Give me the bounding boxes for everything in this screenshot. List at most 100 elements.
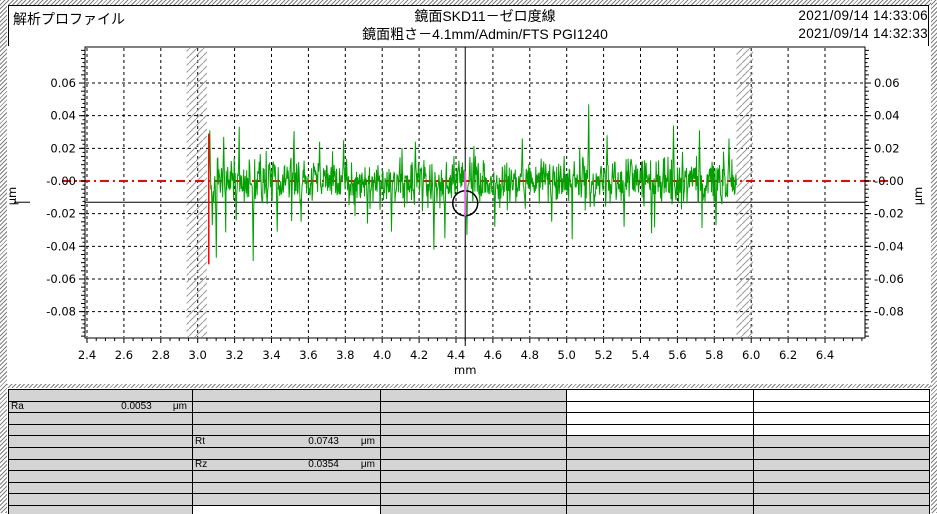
metric-label: Rt [193, 436, 221, 447]
svg-text:-0.06: -0.06 [46, 272, 76, 286]
x-axis-unit: mm [454, 363, 476, 377]
table-cell [567, 402, 754, 414]
metric-unit: μm [339, 436, 380, 447]
svg-text:-0.08: -0.08 [46, 305, 76, 319]
svg-text:2.8: 2.8 [152, 348, 170, 362]
table-cell [9, 425, 193, 437]
svg-text:6.4: 6.4 [816, 348, 834, 362]
svg-text:μm: μm [5, 187, 19, 206]
results-table: Ra0.0053μmRt0.0743μmRz0.0354μm [8, 389, 930, 514]
table-cell [381, 448, 567, 460]
table-cell [754, 413, 930, 425]
table-cell [567, 413, 754, 425]
table-cell [193, 483, 381, 495]
svg-text:5.8: 5.8 [705, 348, 723, 362]
svg-text:-0.00: -0.00 [46, 174, 76, 188]
table-cell [754, 390, 930, 402]
metric-value: 0.0354 [221, 459, 339, 470]
y-axis-left-labels: 0.060.040.02-0.00-0.02-0.04-0.06-0.08 [46, 76, 76, 319]
svg-text:0.02: 0.02 [50, 141, 76, 155]
table-cell [193, 471, 381, 483]
table-cell [381, 460, 567, 472]
svg-text:5.2: 5.2 [594, 348, 612, 362]
svg-text:3.4: 3.4 [262, 348, 280, 362]
x-axis-labels: 2.42.62.83.03.23.43.63.84.04.24.44.64.85… [78, 348, 834, 362]
table-cell [381, 390, 567, 402]
profile-trace [209, 104, 737, 261]
table-cell [754, 448, 930, 460]
table-cell [381, 413, 567, 425]
table-cell [754, 436, 930, 448]
y-axis-unit-right: μm [911, 187, 925, 206]
table-cell [567, 448, 754, 460]
table-cell [754, 425, 930, 437]
svg-text:6.2: 6.2 [779, 348, 797, 362]
table-cell [381, 471, 567, 483]
svg-text:5.0: 5.0 [558, 348, 576, 362]
svg-text:4.2: 4.2 [410, 348, 428, 362]
svg-text:6.0: 6.0 [742, 348, 760, 362]
table-cell [754, 483, 930, 495]
table-cell [381, 425, 567, 437]
table-cell [9, 390, 193, 402]
table-cell [754, 460, 930, 472]
y-axis-unit-left: μm [5, 187, 19, 206]
metric-unit: μm [152, 401, 192, 412]
profile-chart[interactable]: 2.42.62.83.03.23.43.63.84.04.24.44.64.85… [0, 0, 937, 385]
table-cell [9, 448, 193, 460]
metric-cell-ra: Ra0.0053μm [9, 402, 193, 414]
metric-label: Ra [9, 401, 37, 412]
metric-cell-rz: Rz0.0354μm [193, 460, 381, 472]
svg-text:-0.02: -0.02 [874, 207, 904, 221]
svg-text:2.4: 2.4 [78, 348, 96, 362]
svg-text:3.6: 3.6 [299, 348, 317, 362]
table-cell [754, 494, 930, 506]
svg-text:-0.08: -0.08 [874, 305, 904, 319]
table-cell [567, 390, 754, 402]
table-cell [567, 425, 754, 437]
svg-text:-0.02: -0.02 [46, 207, 76, 221]
metric-value: 0.0743 [221, 436, 339, 447]
svg-text:4.4: 4.4 [447, 348, 465, 362]
table-cell [381, 483, 567, 495]
metric-unit: μm [339, 459, 380, 470]
table-cell [193, 494, 381, 506]
svg-text:4.8: 4.8 [521, 348, 539, 362]
svg-text:4.6: 4.6 [484, 348, 502, 362]
svg-text:0.02: 0.02 [874, 141, 900, 155]
table-cell [193, 448, 381, 460]
svg-text:-0.04: -0.04 [46, 239, 76, 253]
table-cell [9, 460, 193, 472]
table-cell [9, 471, 193, 483]
y-axis-right-labels: 0.060.040.02-0.00-0.02-0.04-0.06-0.08 [874, 76, 904, 319]
table-cell [9, 436, 193, 448]
table-cell [9, 413, 193, 425]
svg-text:5.4: 5.4 [631, 348, 649, 362]
table-cell [567, 494, 754, 506]
svg-text:3.0: 3.0 [189, 348, 207, 362]
table-cell [567, 471, 754, 483]
table-cell [9, 494, 193, 506]
table-cell [567, 436, 754, 448]
svg-text:3.2: 3.2 [225, 348, 243, 362]
svg-text:4.0: 4.0 [373, 348, 391, 362]
table-cell [381, 436, 567, 448]
svg-text:5.6: 5.6 [668, 348, 686, 362]
svg-text:0.04: 0.04 [874, 109, 900, 123]
table-cell [754, 402, 930, 414]
metric-label: Rz [193, 459, 221, 470]
svg-text:0.04: 0.04 [50, 109, 76, 123]
table-cell [754, 471, 930, 483]
table-cell [567, 483, 754, 495]
table-cell [193, 390, 381, 402]
svg-text:0.06: 0.06 [874, 76, 900, 90]
svg-text:-0.04: -0.04 [874, 239, 904, 253]
table-cell [381, 402, 567, 414]
svg-text:-0.06: -0.06 [874, 272, 904, 286]
table-cell [193, 425, 381, 437]
metric-value: 0.0053 [37, 401, 152, 412]
table-cell [193, 402, 381, 414]
svg-text:3.8: 3.8 [336, 348, 354, 362]
table-cell [9, 483, 193, 495]
table-cell [193, 413, 381, 425]
